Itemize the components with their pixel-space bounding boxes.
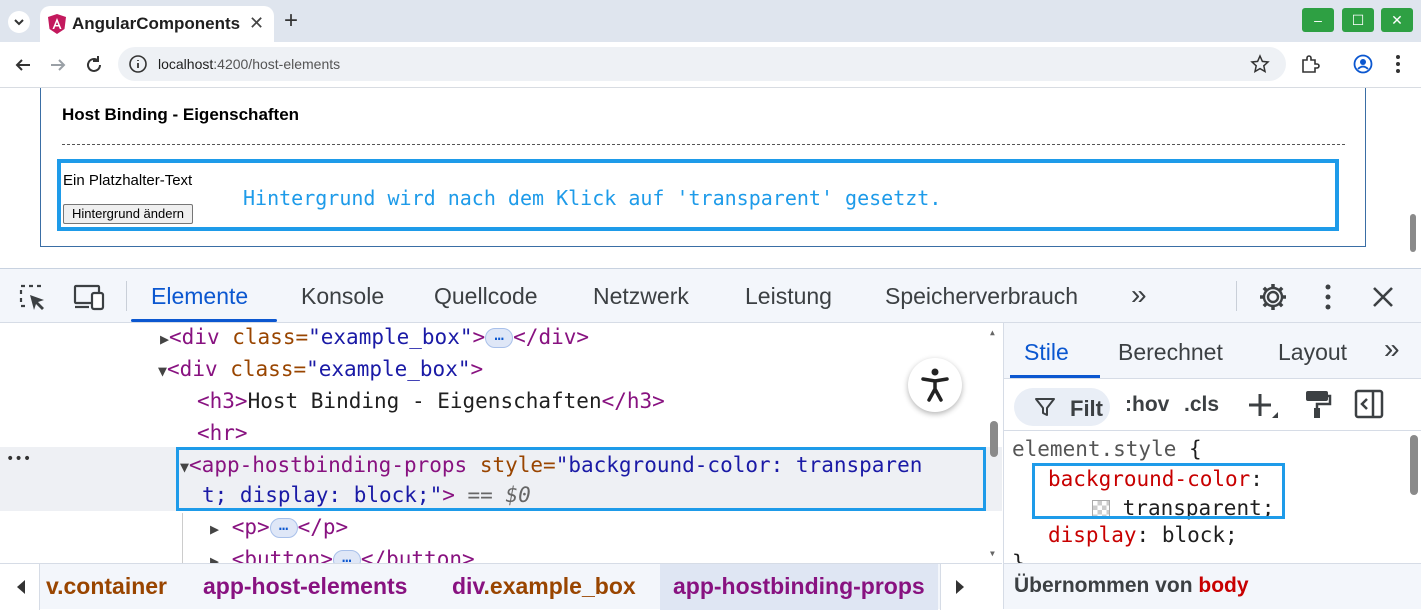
tree-row-example-box-collapsed[interactable]: ▶<div class="example_box">… </div> bbox=[160, 323, 589, 355]
active-styles-tab-indicator bbox=[1010, 375, 1100, 378]
tree-row-example-box-expanded[interactable]: ▼<div class="example_box"> bbox=[158, 355, 483, 387]
section-heading: Host Binding - Eigenschaften bbox=[62, 105, 300, 124]
page-scrollbar-thumb[interactable] bbox=[1410, 214, 1416, 252]
filter-placeholder: Filt bbox=[1070, 396, 1103, 421]
indent-guide bbox=[182, 513, 183, 563]
tree-row-p[interactable]: ▶ <p>… </p> bbox=[210, 513, 348, 545]
browser-tab-strip: AngularComponents ✕ + – ☐ ✕ bbox=[0, 0, 1421, 42]
rule-display[interactable]: display: block; bbox=[1048, 521, 1238, 553]
accessibility-icon[interactable] bbox=[908, 358, 962, 412]
more-tabs-icon[interactable]: » bbox=[1131, 279, 1147, 311]
tab-title: AngularComponents bbox=[72, 14, 241, 33]
breadcrumb-item-example-box[interactable]: div.example_box bbox=[452, 573, 636, 600]
elements-scrollbar-thumb[interactable] bbox=[990, 421, 998, 457]
breadcrumb-scroll-left[interactable] bbox=[0, 564, 40, 610]
settings-gear-icon[interactable] bbox=[1257, 281, 1289, 313]
window-close-button[interactable]: ✕ bbox=[1381, 8, 1413, 32]
row-actions-dots[interactable]: ••• bbox=[6, 451, 31, 467]
tab-quellcode[interactable]: Quellcode bbox=[434, 283, 538, 310]
example-box: Host Binding - Eigenschaften Ein Platzha… bbox=[40, 88, 1366, 247]
close-devtools-icon[interactable] bbox=[1370, 284, 1396, 310]
scroll-up-arrow-icon[interactable]: ▲ bbox=[990, 328, 995, 337]
change-background-button[interactable]: Hintergrund ändern bbox=[63, 204, 194, 224]
annotation-note: Hintergrund wird nach dem Klick auf 'tra… bbox=[243, 186, 942, 210]
toggle-sidebar-icon[interactable] bbox=[1354, 388, 1384, 420]
tab-netzwerk[interactable]: Netzwerk bbox=[593, 283, 689, 310]
new-tab-button[interactable]: + bbox=[284, 7, 298, 35]
more-styles-tabs-icon[interactable]: » bbox=[1384, 333, 1400, 365]
toolbar-divider-2 bbox=[1236, 281, 1237, 311]
forward-arrow-icon[interactable] bbox=[47, 54, 69, 76]
devtools-panel: Elemente Konsole Quellcode Netzwerk Leis… bbox=[0, 268, 1421, 610]
inspect-element-icon[interactable] bbox=[18, 283, 48, 313]
tab-konsole[interactable]: Konsole bbox=[301, 283, 384, 310]
collapsed-triangle-icon[interactable]: ▶ bbox=[210, 552, 219, 563]
page-scrollbar[interactable] bbox=[1405, 88, 1421, 268]
browser-tab[interactable]: AngularComponents ✕ bbox=[40, 6, 274, 42]
window-maximize-button[interactable]: ☐ bbox=[1342, 8, 1374, 32]
styles-toolbar: Filt :hov .cls bbox=[1004, 380, 1421, 430]
bookmark-star-icon[interactable] bbox=[1250, 54, 1270, 74]
devtools-tabbar: Elemente Konsole Quellcode Netzwerk Leis… bbox=[0, 269, 1421, 323]
site-info-icon[interactable] bbox=[128, 54, 148, 74]
breadcrumb-item-app-host-elements[interactable]: app-host-elements bbox=[203, 573, 407, 600]
elements-tree: ▶<div class="example_box">… </div> ▼<div … bbox=[0, 323, 1002, 563]
expand-ellipsis-button[interactable]: … bbox=[269, 517, 298, 538]
toolbar-divider bbox=[126, 281, 127, 311]
breadcrumb-scroll-right[interactable] bbox=[940, 564, 1002, 610]
extensions-puzzle-icon[interactable] bbox=[1299, 53, 1321, 75]
back-arrow-icon[interactable] bbox=[12, 54, 34, 76]
breadcrumb-item-container[interactable]: v.container bbox=[46, 573, 167, 600]
tab-stile[interactable]: Stile bbox=[1024, 339, 1069, 366]
styles-scrollbar[interactable] bbox=[1406, 431, 1421, 561]
tab-close-icon[interactable]: ✕ bbox=[249, 13, 264, 34]
active-tab-indicator bbox=[131, 319, 277, 322]
expand-ellipsis-button[interactable]: … bbox=[332, 549, 361, 563]
inherited-from-header: Übernommen von body bbox=[1004, 563, 1421, 609]
collapsed-triangle-icon[interactable]: ▶ bbox=[160, 330, 169, 348]
hover-state-button[interactable]: :hov bbox=[1125, 393, 1169, 417]
window-minimize-button[interactable]: – bbox=[1302, 8, 1334, 32]
device-toolbar-icon[interactable] bbox=[72, 283, 106, 311]
tab-speicherverbrauch[interactable]: Speicherverbrauch bbox=[885, 283, 1078, 310]
style-highlight-box bbox=[1032, 463, 1285, 519]
divider bbox=[62, 144, 1345, 145]
tab-search-chevron-icon[interactable] bbox=[8, 11, 30, 33]
styles-pane: Stile Berechnet Layout » Filt :hov .cls bbox=[1003, 323, 1421, 609]
expand-ellipsis-button[interactable]: … bbox=[485, 327, 514, 348]
angular-logo-icon bbox=[48, 14, 66, 34]
scroll-down-arrow-icon[interactable]: ▼ bbox=[990, 549, 995, 558]
new-rule-plus-icon[interactable] bbox=[1246, 390, 1280, 422]
url-text: localhost:4200/host-elements bbox=[158, 56, 341, 72]
breadcrumb-item-hostbinding-props[interactable]: app-hostbinding-props bbox=[673, 573, 925, 600]
tree-row-button[interactable]: ▶ <button>… </button> bbox=[210, 545, 475, 563]
elements-scrollbar[interactable]: ▲ ▼ bbox=[986, 323, 1002, 563]
styles-filter-input[interactable]: Filt bbox=[1014, 388, 1110, 426]
filter-funnel-icon bbox=[1034, 396, 1056, 418]
browser-toolbar: localhost:4200/host-elements bbox=[0, 42, 1421, 88]
page-viewport: Host Binding - Eigenschaften Ein Platzha… bbox=[0, 88, 1421, 268]
annotation-highlight-box bbox=[176, 447, 986, 511]
tab-layout[interactable]: Layout bbox=[1278, 339, 1347, 366]
collapsed-triangle-icon[interactable]: ▶ bbox=[210, 520, 219, 538]
address-bar[interactable]: localhost:4200/host-elements bbox=[118, 47, 1286, 81]
browser-menu-icon[interactable] bbox=[1388, 53, 1408, 75]
customize-menu-icon[interactable] bbox=[1318, 283, 1338, 311]
styles-divider bbox=[1004, 430, 1421, 431]
breadcrumb: v.container app-host-elements div.exampl… bbox=[0, 563, 1002, 610]
hostbinding-props-component: Ein Platzhalter-Text Hintergrund ändern … bbox=[57, 159, 1339, 231]
tree-row-h3[interactable]: <h3>Host Binding - Eigenschaften</h3> bbox=[197, 387, 665, 419]
tab-berechnet[interactable]: Berechnet bbox=[1118, 339, 1223, 366]
paint-roller-icon[interactable] bbox=[1302, 388, 1332, 420]
tab-elemente[interactable]: Elemente bbox=[151, 283, 248, 310]
class-toggle-button[interactable]: .cls bbox=[1184, 393, 1219, 417]
styles-scrollbar-thumb[interactable] bbox=[1410, 435, 1418, 495]
profile-avatar-icon[interactable] bbox=[1352, 53, 1374, 75]
styles-tabbar: Stile Berechnet Layout » bbox=[1004, 323, 1421, 379]
expanded-triangle-icon[interactable]: ▼ bbox=[158, 362, 167, 380]
reload-icon[interactable] bbox=[83, 54, 105, 76]
tab-leistung[interactable]: Leistung bbox=[745, 283, 832, 310]
placeholder-text: Ein Platzhalter-Text bbox=[63, 172, 193, 189]
